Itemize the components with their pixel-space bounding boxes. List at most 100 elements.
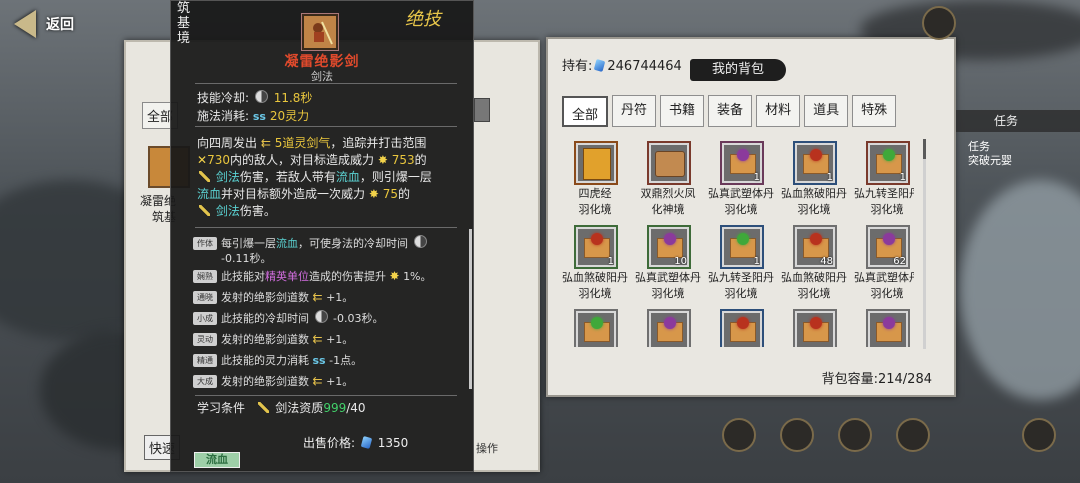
- desc-text: 的: [398, 187, 411, 201]
- menu-icon[interactable]: [1022, 418, 1056, 452]
- pill-box-icon: [657, 317, 683, 342]
- range-icon: ✕: [197, 153, 208, 167]
- item-count: 1: [753, 172, 760, 183]
- menu-icon[interactable]: [838, 418, 872, 452]
- trait-text: 每引爆一层: [221, 237, 276, 250]
- inventory-item[interactable]: 双鼎烈火凤 化神境: [633, 141, 703, 225]
- learn-need: /40: [346, 401, 366, 415]
- settings-icon[interactable]: [922, 6, 956, 40]
- bleed-tag-button[interactable]: 流血: [194, 452, 240, 468]
- trait-value: 1%。: [403, 270, 432, 283]
- inventory-item[interactable]: [633, 309, 703, 347]
- item-slot[interactable]: 1: [574, 225, 618, 269]
- menu-icon[interactable]: [780, 418, 814, 452]
- trait-item: 灵动 发射的绝影剑道数 ⇇ +1。: [193, 329, 439, 350]
- scroll-icon: [655, 151, 685, 177]
- inventory-item[interactable]: 1 弘血煞破阳丹 羽化境: [779, 141, 849, 225]
- item-slot[interactable]: 62: [866, 225, 910, 269]
- capacity-display: 背包容量:214/284: [822, 368, 932, 387]
- trait-value: -1点。: [329, 354, 363, 367]
- inventory-item[interactable]: 1 弘九转圣阳丹 羽化境: [706, 225, 776, 309]
- menu-icon[interactable]: [722, 418, 756, 452]
- item-slot[interactable]: [793, 309, 837, 347]
- quest-tab[interactable]: 任务: [956, 110, 1080, 132]
- inventory-scroll-thumb[interactable]: [923, 139, 926, 159]
- item-name: 弘真武塑体丹: [635, 271, 701, 284]
- item-slot[interactable]: [574, 141, 618, 185]
- divider: [195, 83, 457, 84]
- inventory-item[interactable]: 1 弘九转圣阳丹 羽化境: [852, 141, 914, 225]
- inventory-item[interactable]: [706, 309, 776, 347]
- item-slot[interactable]: 1: [720, 225, 764, 269]
- power-icon: ✸: [389, 269, 400, 283]
- desc-text: 并对目标额外造成一次威力: [221, 187, 366, 201]
- skill-type: 剑法: [311, 70, 333, 83]
- item-slot[interactable]: 1: [866, 141, 910, 185]
- item-slot[interactable]: 1: [720, 141, 764, 185]
- currency-value: 246744464: [607, 59, 682, 74]
- tab-special[interactable]: 特殊: [852, 95, 897, 127]
- desc-extra: 75: [382, 187, 399, 201]
- inventory-item[interactable]: 1 弘血煞破阳丹 羽化境: [560, 225, 630, 309]
- ultimate-seal: 绝技: [405, 9, 441, 30]
- spirit-stone-icon: [594, 59, 606, 72]
- item-slot[interactable]: [647, 309, 691, 347]
- quest-tab-label: 任务: [994, 114, 1019, 128]
- currency-label: 持有:: [562, 59, 593, 74]
- desc-bleed: 流血: [335, 170, 360, 184]
- item-realm: 羽化境: [797, 287, 831, 300]
- tab-materials[interactable]: 材料: [756, 95, 801, 127]
- inventory-item[interactable]: 62 弘真武塑体丹 羽化境: [852, 225, 914, 309]
- item-slot[interactable]: 48: [793, 225, 837, 269]
- inventory-item[interactable]: 1 弘真武塑体丹 羽化境: [706, 141, 776, 225]
- inventory-item[interactable]: 10 弘真武塑体丹 羽化境: [633, 225, 703, 309]
- divider: [195, 126, 457, 127]
- inventory-item[interactable]: [852, 309, 914, 347]
- inventory-item[interactable]: [560, 309, 630, 347]
- inventory-item[interactable]: 四虎经 羽化境: [560, 141, 630, 225]
- item-realm: 化神境: [651, 203, 685, 216]
- trait-item: 精通 此技能的灵力消耗 ss -1点。: [193, 350, 439, 371]
- trait-highlight: 流血: [276, 237, 298, 250]
- projectile-icon: ⇇: [312, 374, 323, 388]
- item-name: 四虎经: [578, 187, 612, 200]
- trait-list[interactable]: 作体 每引爆一层流血，可使身法的冷却时间 -0.11秒。 娴熟 此技能对精英单位…: [193, 233, 439, 391]
- desc-range: 730: [207, 153, 230, 167]
- trait-scroll-thumb[interactable]: [469, 229, 472, 389]
- cost-value: 20灵力: [269, 109, 310, 123]
- desc-count: 5道灵剑气: [274, 136, 331, 150]
- tab-all[interactable]: 全部: [562, 96, 609, 127]
- inventory-item[interactable]: [779, 309, 849, 347]
- inventory-scrollbar[interactable]: [923, 139, 926, 349]
- inventory-title: 我的背包: [690, 59, 786, 81]
- tab-tools[interactable]: 道具: [804, 95, 849, 127]
- tab-equipment[interactable]: 装备: [708, 95, 753, 127]
- inventory-item[interactable]: 48 弘血煞破阳丹 羽化境: [779, 225, 849, 309]
- back-button[interactable]: 返回: [14, 10, 74, 38]
- item-realm: 羽化境: [578, 203, 612, 216]
- item-slot[interactable]: [720, 309, 764, 347]
- desc-power: 753: [391, 153, 415, 167]
- item-slot[interactable]: 1: [793, 141, 837, 185]
- item-slot[interactable]: 10: [647, 225, 691, 269]
- item-name: 弘血煞破阳丹: [781, 187, 847, 200]
- item-slot[interactable]: [866, 309, 910, 347]
- sell-value: 1350: [377, 436, 409, 450]
- item-slot[interactable]: [647, 141, 691, 185]
- trait-scrollbar[interactable]: [469, 229, 472, 389]
- pill-box-icon: [803, 149, 829, 174]
- desc-sword: 剑法: [215, 170, 240, 184]
- item-slot[interactable]: [574, 309, 618, 347]
- menu-icon[interactable]: [896, 418, 930, 452]
- item-name: 双鼎烈火凤: [640, 187, 696, 200]
- desc-text: 伤害。: [239, 204, 276, 218]
- trait-highlight: 精英单位: [265, 270, 309, 283]
- tab-pills[interactable]: 丹符: [612, 95, 657, 127]
- skill-tooltip: 筑基境 绝技 凝雷绝影剑 剑法 技能冷却: 11.8秒 施法消耗: ss 20灵…: [170, 0, 474, 472]
- tab-books[interactable]: 书籍: [660, 95, 705, 127]
- trait-text: 此技能的冷却时间: [221, 312, 309, 325]
- trait-item: 小成 此技能的冷却时间 -0.03秒。: [193, 308, 439, 329]
- left-tab-extra[interactable]: [474, 98, 490, 122]
- inventory-panel: 持有: 246744464 我的背包 全部 丹符 书籍 装备 材料 道具 特殊 四…: [546, 37, 956, 397]
- quest-text: 任务 突破元婴: [968, 140, 1012, 168]
